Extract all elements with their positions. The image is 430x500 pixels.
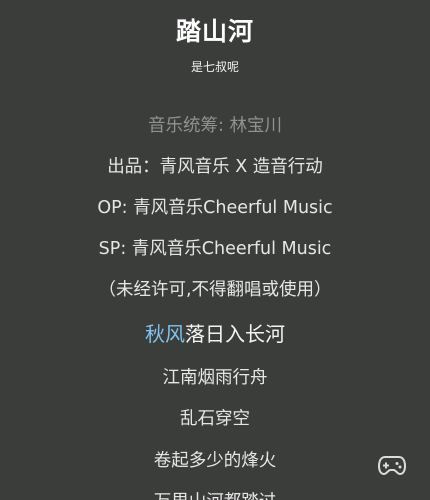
- lyric-sung-portion: 秋风: [145, 322, 185, 346]
- gamepad-icon[interactable]: [377, 454, 407, 476]
- lyric-line-credits-op: OP: 青风音乐Cheerful Music: [97, 198, 333, 218]
- lyric-line-current: 秋风落日入长河: [0, 318, 430, 347]
- lyric-line-next-2: 乱石穿空: [180, 409, 250, 429]
- lyric-line-next-3: 卷起多少的烽火: [153, 451, 277, 471]
- lyric-line-next-4: 万里山河都踏过: [0, 488, 430, 500]
- lyric-unsung-portion: 落日入长河: [185, 322, 285, 346]
- lyric-line-credits-sp: SP: 青风音乐Cheerful Music: [98, 239, 332, 259]
- lyrics-panel[interactable]: 音乐统筹: 林宝川 出品：青风音乐 X 造音行动 OP: 青风音乐Cheerfu…: [0, 0, 430, 500]
- lyric-line-credits-composer: 音乐统筹: 林宝川: [148, 116, 282, 136]
- lyric-line-notice: （未经许可,不得翻唱或使用）: [98, 280, 332, 300]
- lyric-line-next-1: 江南烟雨行舟: [162, 368, 268, 388]
- lyric-line-credits-producer: 出品：青风音乐 X 造音行动: [107, 157, 323, 177]
